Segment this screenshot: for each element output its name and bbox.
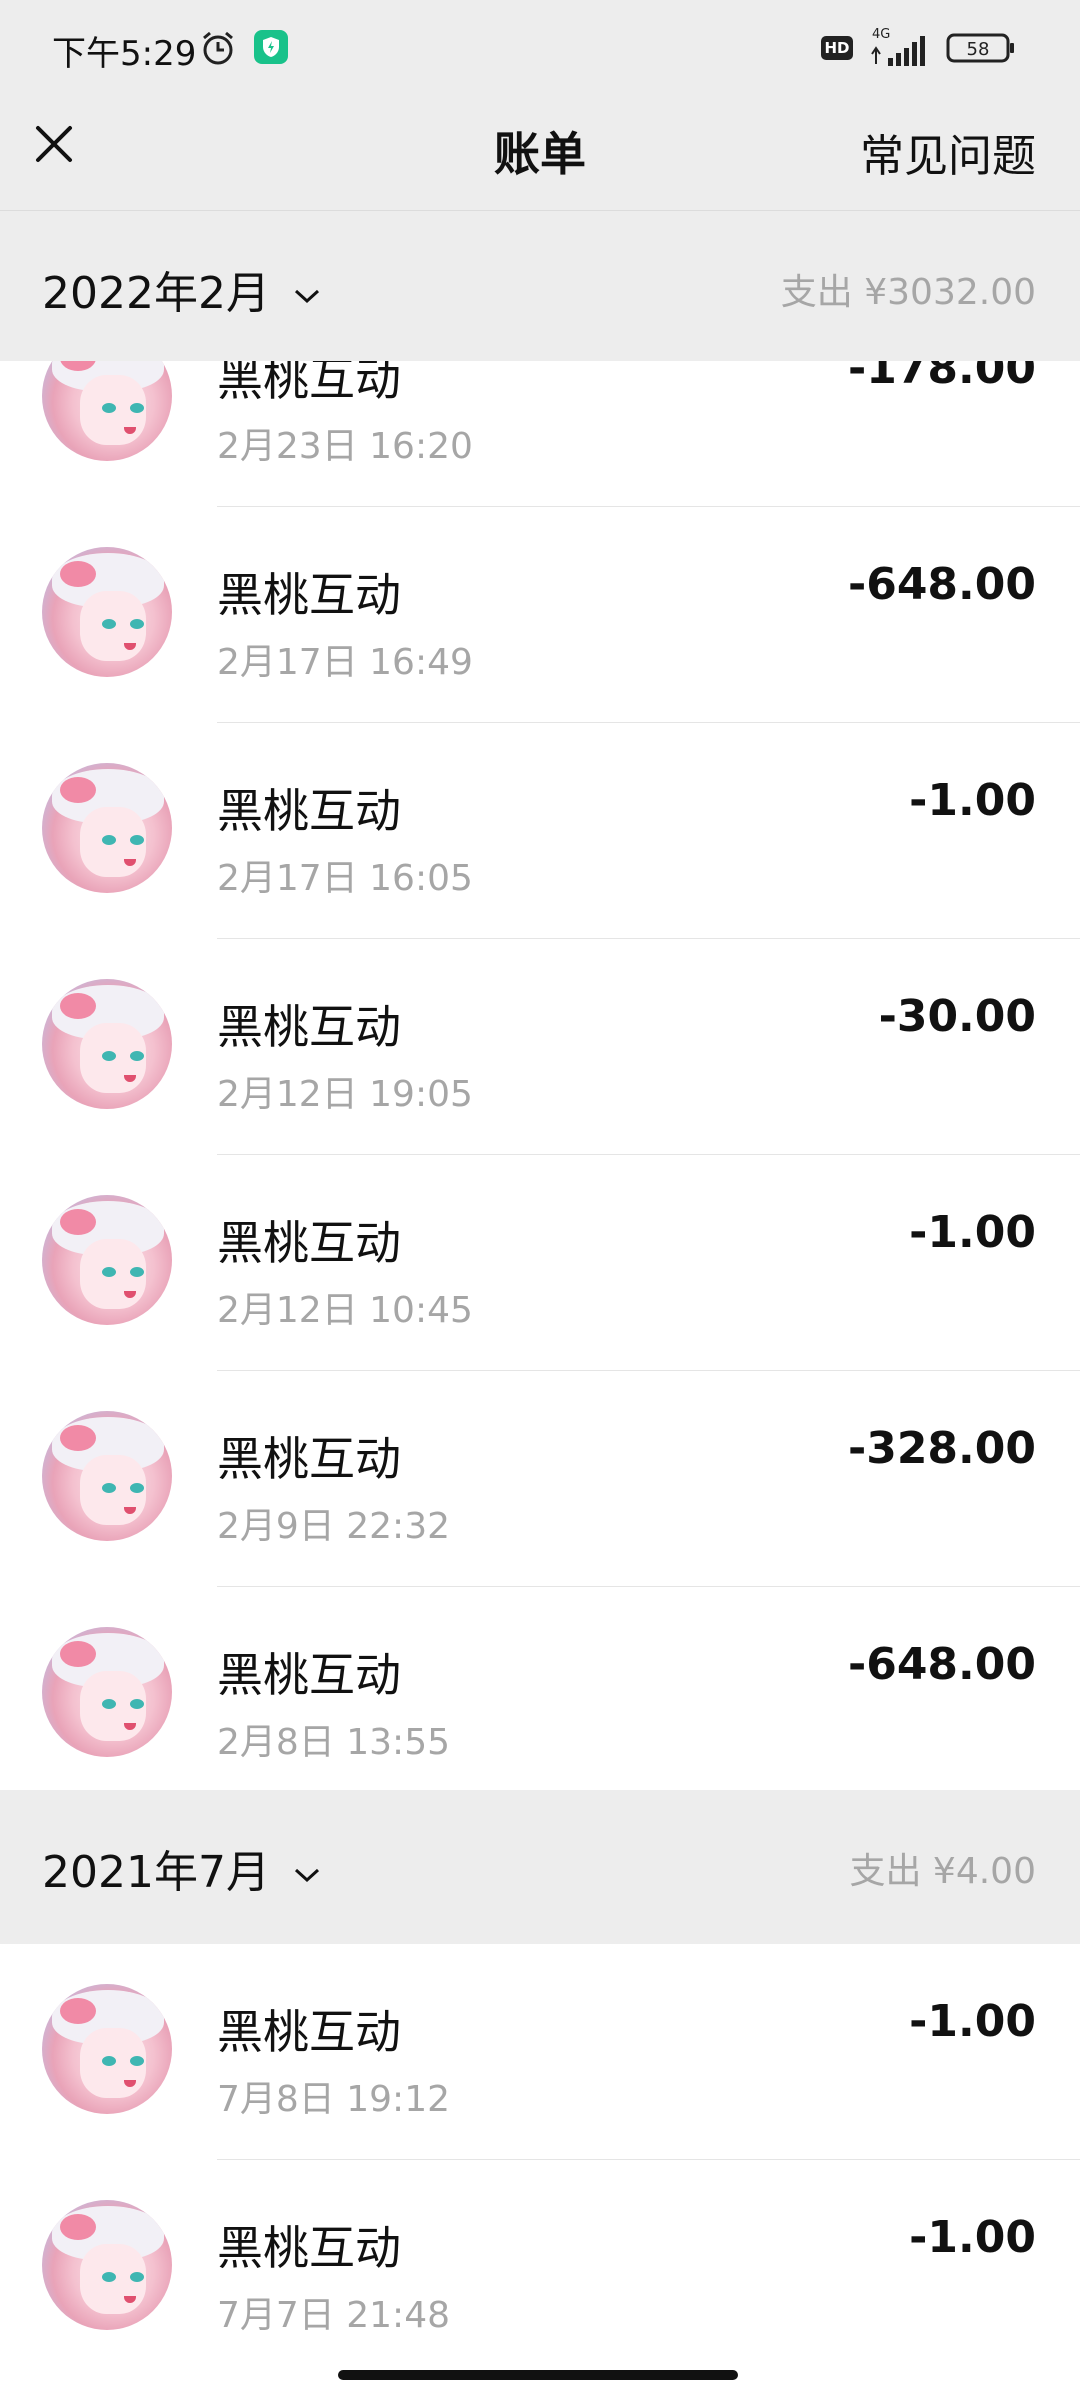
transaction-date: 2月12日 10:45 [217, 1290, 473, 1331]
signal-strength-icon: 4G [871, 27, 925, 66]
transaction-date: 2月12日 19:05 [217, 1074, 473, 1115]
battery-level: 58 [967, 39, 990, 60]
network-type-label: 4G [872, 27, 890, 42]
transaction-amount: -1.00 [909, 2212, 1036, 2263]
merchant-name: 黑桃互动 [217, 1648, 401, 1702]
month-expense-total: 支出 ¥4.00 [849, 1851, 1036, 1892]
transaction-amount: -1.00 [909, 1996, 1036, 2047]
merchant-name: 黑桃互动 [217, 1432, 401, 1486]
status-time: 下午5:29 [52, 34, 197, 74]
merchant-name: 黑桃互动 [217, 2221, 401, 2275]
transaction-date: 2月17日 16:05 [217, 858, 473, 899]
month-label: 2022年2月 [42, 268, 270, 319]
merchant-avatar [42, 2200, 172, 2330]
merchant-avatar [42, 1411, 172, 1541]
transaction-date: 7月8日 19:12 [217, 2079, 450, 2120]
transaction-row[interactable]: 黑桃互动 2月9日 22:32 -328.00 [0, 1371, 1080, 1587]
merchant-name: 黑桃互动 [217, 361, 401, 406]
merchant-name: 黑桃互动 [217, 784, 401, 838]
chevron-down-icon [294, 1868, 319, 1883]
month-header[interactable]: 2021年7月 支出 ¥4.00 [0, 1790, 1080, 1944]
transaction-amount: -178.00 [847, 361, 1036, 394]
transaction-date: 2月23日 16:20 [217, 426, 473, 467]
transaction-row[interactable]: 黑桃互动 2月17日 16:05 -1.00 [0, 723, 1080, 939]
nav-bar: 账单 常见问题 [0, 96, 1080, 211]
transaction-amount: -328.00 [847, 1423, 1036, 1474]
transaction-amount: -1.00 [909, 775, 1036, 826]
transaction-amount: -648.00 [847, 559, 1036, 610]
alarm-clock-icon [203, 31, 233, 65]
merchant-avatar [42, 547, 172, 677]
month-selector[interactable]: 2021年7月 [42, 1836, 322, 1900]
merchant-avatar [42, 1195, 172, 1325]
faq-link[interactable]: 常见问题 [860, 120, 1036, 184]
transaction-row[interactable]: 黑桃互动 2月17日 16:49 -648.00 [0, 507, 1080, 723]
battery-icon: 58 [946, 33, 1014, 63]
transaction-row[interactable]: 黑桃互动 7月7日 21:48 -1.00 [0, 2160, 1080, 2376]
transaction-row[interactable]: 黑桃互动 7月8日 19:12 -1.00 [0, 1944, 1080, 2160]
chevron-down-icon [294, 289, 319, 304]
month-label: 2021年7月 [42, 1847, 270, 1898]
transaction-row[interactable]: 黑桃互动 2月12日 19:05 -30.00 [0, 939, 1080, 1155]
transaction-date: 2月17日 16:49 [217, 642, 473, 683]
transaction-row[interactable]: 黑桃互动 2月8日 13:55 -648.00 [0, 1587, 1080, 1788]
transaction-date: 2月9日 22:32 [217, 1506, 450, 1547]
merchant-avatar [42, 1984, 172, 2114]
home-indicator[interactable] [338, 2370, 738, 2380]
merchant-name: 黑桃互动 [217, 568, 401, 622]
merchant-avatar [42, 1627, 172, 1757]
transaction-row[interactable]: 黑桃互动 2月23日 16:20 -178.00 [0, 361, 1080, 507]
merchant-name: 黑桃互动 [217, 1216, 401, 1270]
transaction-list: 黑桃互动 2月23日 16:20 -178.00 黑桃互动 2月17日 16:4… [0, 361, 1080, 1788]
transaction-amount: -1.00 [909, 1207, 1036, 1258]
merchant-avatar [42, 763, 172, 893]
transaction-date: 7月7日 21:48 [217, 2295, 450, 2336]
security-app-icon [254, 30, 288, 64]
month-expense-total: 支出 ¥3032.00 [780, 272, 1036, 313]
merchant-name: 黑桃互动 [217, 1000, 401, 1054]
merchant-avatar [42, 361, 172, 461]
merchant-avatar [42, 979, 172, 1109]
hd-voice-badge: HD [821, 36, 853, 60]
month-header[interactable]: 2022年2月 支出 ¥3032.00 [0, 211, 1080, 361]
transaction-date: 2月8日 13:55 [217, 1722, 450, 1763]
transaction-amount: -648.00 [847, 1639, 1036, 1690]
month-selector[interactable]: 2022年2月 [42, 257, 322, 321]
status-bar: 下午5:29 HD 4G 58 [0, 0, 1080, 96]
transaction-amount: -30.00 [878, 991, 1036, 1042]
transaction-row[interactable]: 黑桃互动 2月12日 10:45 -1.00 [0, 1155, 1080, 1371]
transaction-list: 黑桃互动 7月8日 19:12 -1.00 黑桃互动 7月7日 21:48 -1… [0, 1944, 1080, 2400]
merchant-name: 黑桃互动 [217, 2005, 401, 2059]
